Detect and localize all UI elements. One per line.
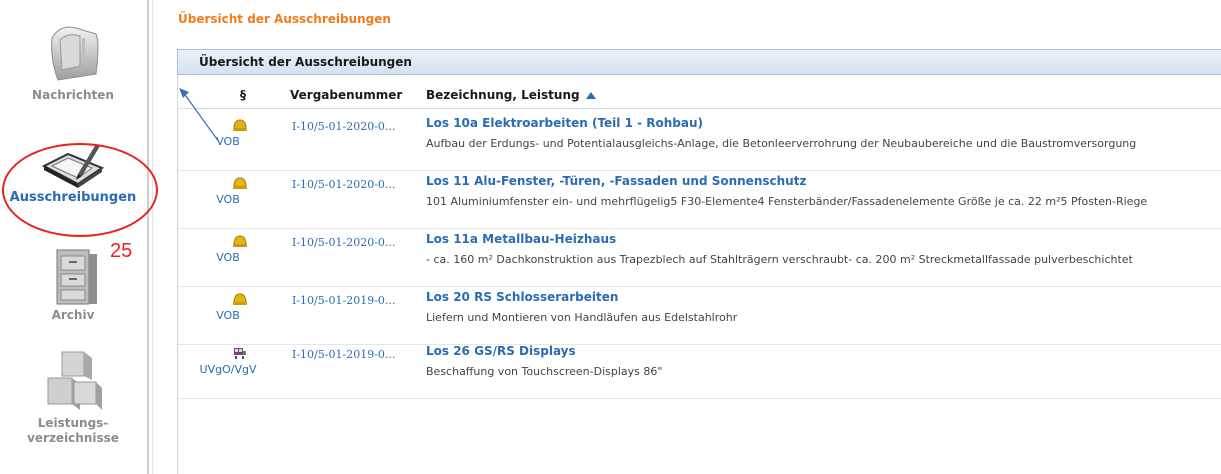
column-header-paragraph[interactable]: §: [240, 88, 246, 102]
sidebar-item-nachrichten[interactable]: Nachrichten: [0, 18, 146, 103]
row-title[interactable]: Los 26 GS/RS Displays: [426, 344, 576, 358]
row-type: UVgO/VgV: [199, 363, 257, 376]
row-description: 101 Aluminiumfenster ein- und mehrflügel…: [426, 195, 1148, 208]
file-cabinet-icon: [56, 249, 97, 305]
row-title[interactable]: Los 11 Alu-Fenster, -Türen, -Fassaden un…: [426, 174, 806, 188]
row-description: Liefern und Montieren von Handläufen aus…: [426, 311, 738, 324]
row-type: VOB: [216, 193, 240, 206]
table-row[interactable]: VOB I-10/5-01-2020-0... Los 11a Metallba…: [178, 228, 1221, 287]
delivery-icon: [234, 348, 246, 359]
row-title[interactable]: Los 11a Metallbau-Heizhaus: [426, 232, 616, 246]
annotation-number: 25: [110, 240, 133, 262]
sidebar-item-label-line1: Leistungs-: [37, 416, 109, 430]
row-title[interactable]: Los 20 RS Schlosserarbeiten: [426, 290, 618, 304]
sidebar-item-leistungsverzeichnisse[interactable]: Leistungs- verzeichnisse: [0, 348, 146, 446]
table-row[interactable]: UVgO/VgV I-10/5-01-2019-0... Los 26 GS/R…: [178, 340, 1221, 399]
sidebar-item-label-line2: verzeichnisse: [27, 431, 119, 445]
row-number[interactable]: I-10/5-01-2019-0...: [292, 348, 395, 361]
row-description: Aufbau der Erdungs- und Potentialausglei…: [426, 137, 1137, 150]
row-description: - ca. 160 m² Dachkonstruktion aus Trapez…: [426, 253, 1133, 266]
row-type: VOB: [216, 135, 240, 148]
breadcrumb: Übersicht der Ausschreibungen: [178, 12, 391, 26]
mailbox-icon: [51, 26, 99, 81]
row-number[interactable]: I-10/5-01-2020-0...: [292, 178, 395, 191]
hard-hat-icon: [233, 119, 247, 131]
sidebar-divider-inner: [152, 0, 153, 474]
row-type: VOB: [216, 251, 240, 264]
row-description: Beschaffung von Touchscreen-Displays 86": [426, 365, 663, 378]
panel-title: Übersicht der Ausschreibungen: [199, 55, 412, 69]
sidebar: Nachrichten Ausschreibungen Archiv Leist…: [0, 0, 148, 474]
row-number[interactable]: I-10/5-01-2019-0...: [292, 294, 395, 307]
column-header-bezeichnung[interactable]: Bezeichnung, Leistung: [426, 88, 597, 102]
annotation-circle: [2, 143, 158, 237]
hard-hat-icon: [233, 177, 247, 189]
row-number[interactable]: I-10/5-01-2020-0...: [292, 236, 395, 249]
table-row[interactable]: VOB I-10/5-01-2019-0... Los 20 RS Schlos…: [178, 286, 1221, 345]
sidebar-divider: [147, 0, 149, 474]
row-number[interactable]: I-10/5-01-2020-0...: [292, 120, 395, 133]
row-title[interactable]: Los 10a Elektroarbeiten (Teil 1 - Rohbau…: [426, 116, 703, 130]
column-header-label: Bezeichnung, Leistung: [426, 88, 580, 102]
sort-ascending-icon[interactable]: [585, 91, 597, 100]
boxes-icon: [47, 351, 102, 410]
row-type: VOB: [216, 309, 240, 322]
column-header-vergabenummer[interactable]: Vergabenummer: [290, 88, 402, 102]
panel-header: Übersicht der Ausschreibungen: [177, 49, 1221, 75]
hard-hat-icon: [233, 235, 247, 247]
hard-hat-icon: [233, 293, 247, 305]
sidebar-item-label: Archiv: [51, 308, 95, 322]
header-divider: [178, 108, 1221, 109]
table-row[interactable]: VOB I-10/5-01-2020-0... Los 11 Alu-Fenst…: [178, 170, 1221, 229]
sidebar-item-label: Nachrichten: [32, 88, 114, 102]
table-row[interactable]: VOB I-10/5-01-2020-0... Los 10a Elektroa…: [178, 112, 1221, 171]
